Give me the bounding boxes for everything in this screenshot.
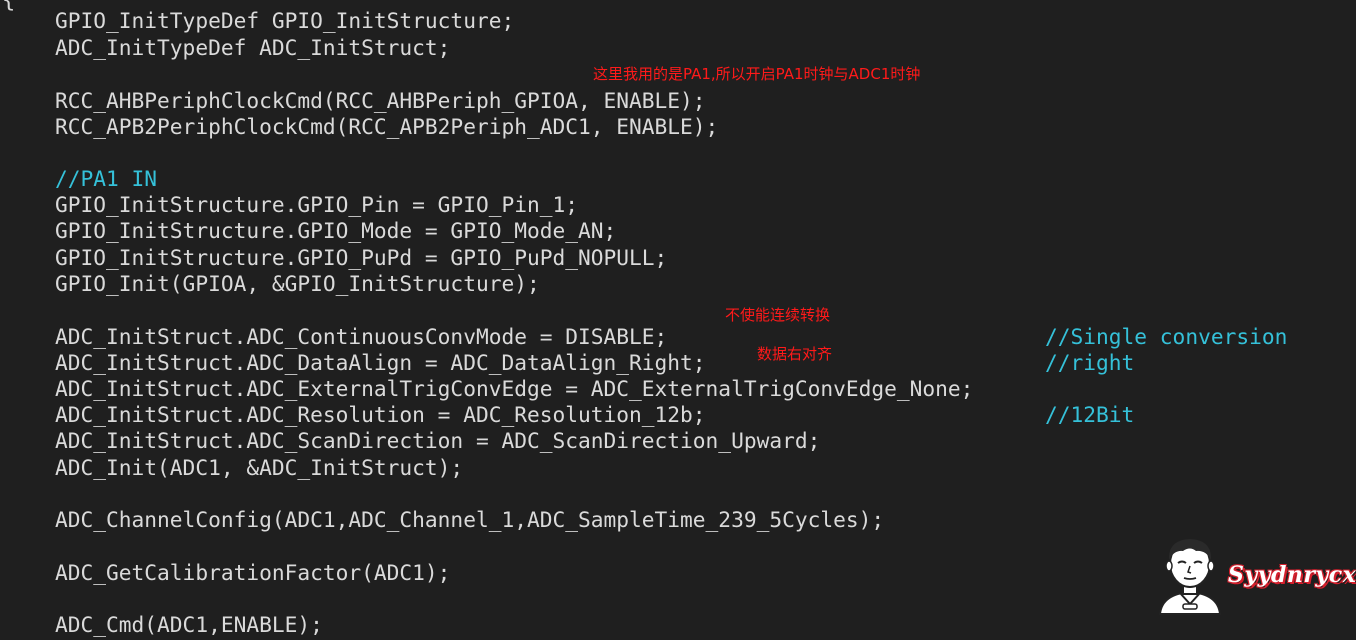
code-line: GPIO_InitStructure.GPIO_PuPd = GPIO_PuPd… — [55, 245, 668, 270]
code-line: RCC_AHBPeriphClockCmd(RCC_AHBPeriph_GPIO… — [55, 88, 706, 113]
code-line: ADC_ChannelConfig(ADC1,ADC_Channel_1,ADC… — [55, 507, 885, 532]
avatar-icon — [1158, 539, 1222, 615]
annotation-clock-note: 这里我用的是PA1,所以开启PA1时钟与ADC1时钟 — [593, 65, 921, 83]
watermark: Syydnrycx — [1150, 530, 1356, 630]
code-line: GPIO_InitTypeDef GPIO_InitStructure; — [55, 8, 515, 33]
side-comment-12bit: //12Bit — [1045, 402, 1135, 427]
side-comment-right: //right — [1045, 350, 1135, 375]
annotation-align-note: 数据右对齐 — [757, 345, 833, 363]
code-line: ADC_InitStruct.ADC_ScanDirection = ADC_S… — [55, 428, 821, 453]
code-line: GPIO_InitStructure.GPIO_Pin = GPIO_Pin_1… — [55, 192, 578, 217]
code-line: ADC_Init(ADC1, &ADC_InitStruct); — [55, 455, 464, 480]
open-brace: { — [2, 0, 16, 13]
watermark-signature: Syydnrycx — [1228, 562, 1356, 588]
side-comment-single-conversion: //Single conversion — [1045, 324, 1288, 349]
code-line: GPIO_Init(GPIOA, &GPIO_InitStructure); — [55, 271, 540, 296]
code-line: ADC_InitStruct.ADC_ContinuousConvMode = … — [55, 324, 668, 349]
code-line: ADC_InitTypeDef ADC_InitStruct; — [55, 35, 451, 60]
code-line: ADC_GetCalibrationFactor(ADC1); — [55, 560, 451, 585]
code-line: ADC_InitStruct.ADC_DataAlign = ADC_DataA… — [55, 350, 706, 375]
code-line: ADC_Cmd(ADC1,ENABLE); — [55, 612, 323, 637]
code-line: GPIO_InitStructure.GPIO_Mode = GPIO_Mode… — [55, 218, 617, 243]
annotation-continuous-note: 不使能连续转换 — [725, 306, 831, 324]
code-line: ADC_InitStruct.ADC_ExternalTrigConvEdge … — [55, 376, 974, 401]
code-line: ADC_InitStruct.ADC_Resolution = ADC_Reso… — [55, 402, 706, 427]
code-line: RCC_APB2PeriphClockCmd(RCC_APB2Periph_AD… — [55, 114, 719, 139]
code-comment: //PA1 IN — [55, 166, 158, 191]
